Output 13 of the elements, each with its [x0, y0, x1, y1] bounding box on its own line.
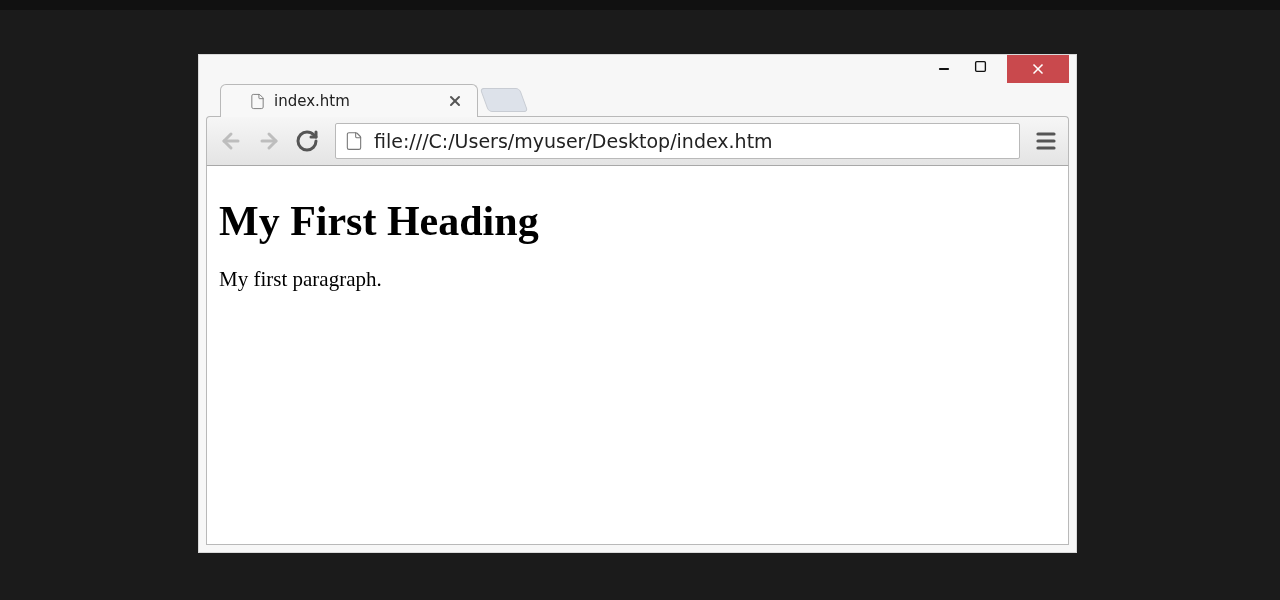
file-icon [344, 131, 364, 151]
url-text[interactable]: file:///C:/Users/myuser/Desktop/index.htm [374, 130, 1011, 152]
close-icon [1030, 61, 1046, 77]
close-icon[interactable] [447, 93, 463, 109]
file-icon [249, 92, 266, 110]
reload-button[interactable] [295, 129, 319, 153]
browser-tab[interactable]: index.htm [220, 84, 478, 117]
maximize-icon [974, 59, 987, 73]
page-paragraph: My first paragraph. [219, 267, 383, 292]
address-bar[interactable]: file:///C:/Users/myuser/Desktop/index.htm [335, 123, 1020, 159]
tab-title: index.htm [274, 92, 351, 110]
page-heading: My First Heading [219, 197, 539, 245]
menu-icon[interactable] [1034, 129, 1058, 153]
